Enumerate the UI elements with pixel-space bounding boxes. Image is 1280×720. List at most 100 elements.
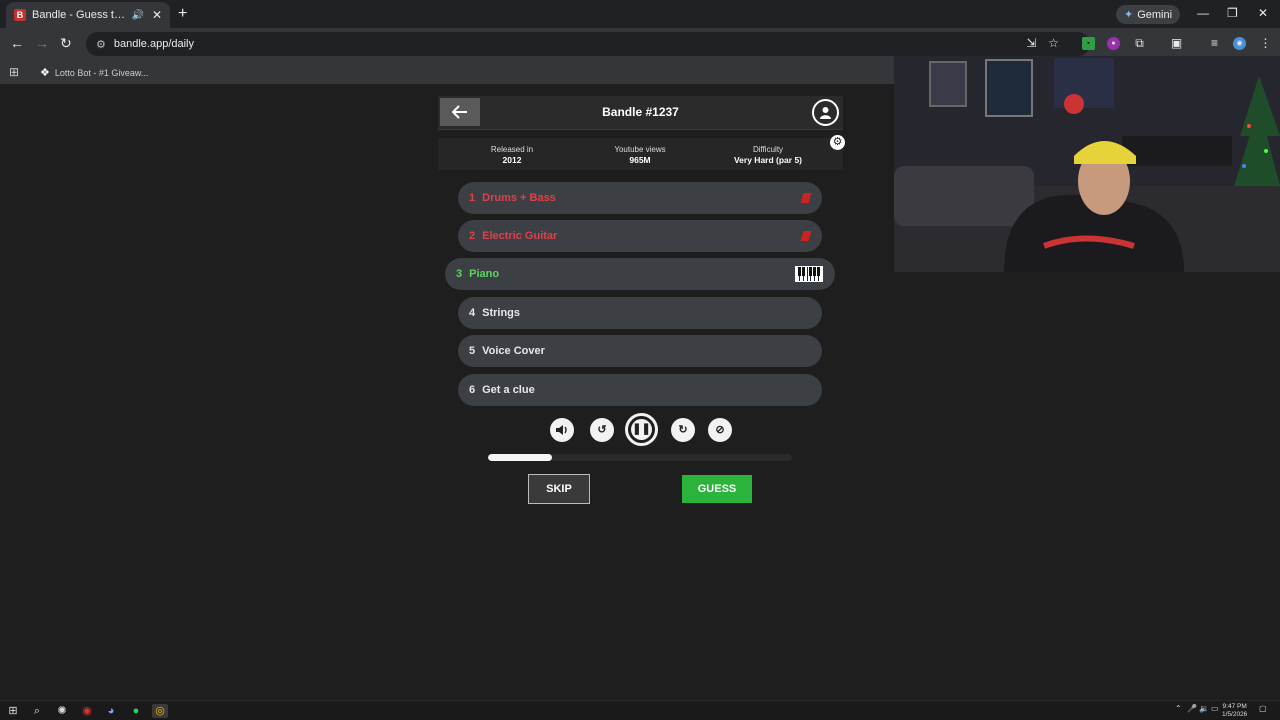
menu-dots-icon[interactable]: ⋮ [1259, 37, 1272, 50]
forward-5-button[interactable]: ↻ [671, 418, 695, 442]
forward-arrow-icon[interactable]: → [35, 35, 49, 51]
game-title: Bandle #1237 [602, 105, 679, 119]
reload-icon[interactable]: ↻ [60, 35, 72, 52]
bookmark-favicon-icon: ❖ [40, 67, 50, 79]
views-info: Youtube views 965M [576, 145, 704, 165]
bookmarks-bar: ⊞ ❖ Lotto Bot - #1 Giveaw... [0, 60, 894, 84]
track-number: 1 [469, 192, 476, 204]
game-header: Bandle #1237 [438, 96, 843, 130]
failed-mark-icon [800, 193, 812, 203]
bookmark-label: Lotto Bot - #1 Giveaw... [54, 67, 149, 78]
rewind-icon: ↺ [597, 424, 607, 436]
track-number: 6 [469, 384, 476, 396]
url-text: bandle.app/daily [113, 38, 194, 50]
side-panel-icon[interactable]: ▣ [1170, 37, 1183, 50]
track-row-1[interactable]: 1 Drums + Bass [458, 182, 822, 214]
profile-button[interactable] [812, 99, 839, 126]
tab-title: Bandle - Guess the song, one [32, 9, 127, 21]
site-info-icon[interactable]: ⚙ [96, 38, 106, 51]
install-app-icon[interactable]: ⇲ [1025, 37, 1038, 50]
track-number: 5 [469, 345, 476, 357]
track-label: Voice Cover [482, 345, 545, 357]
difficulty-label: Difficulty [752, 145, 784, 154]
released-info: Released in 2012 [448, 145, 576, 165]
speaker-icon [556, 425, 567, 435]
released-value: 2012 [502, 155, 522, 165]
system-clock[interactable]: 9:47 PM 1/5/2026 [1222, 703, 1247, 719]
track-label: Electric Guitar [482, 230, 558, 242]
guess-button[interactable]: GUESS [682, 475, 752, 503]
forward-icon: ↻ [678, 424, 688, 436]
search-icon[interactable]: ⌕ [30, 704, 44, 718]
tray-chevron-icon[interactable]: ⌃ [1175, 704, 1182, 713]
track-row-6[interactable]: 6 Get a clue [458, 374, 822, 406]
track-label: Piano [469, 268, 500, 280]
microphone-icon[interactable]: 🎤 [1187, 704, 1197, 713]
skip-button[interactable]: SKIP [528, 474, 590, 504]
track-label: Strings [482, 307, 521, 319]
new-tab-icon[interactable]: + [178, 5, 187, 23]
streamer-webcam-image [894, 56, 1280, 272]
failed-mark-icon [800, 231, 812, 241]
track-row-3[interactable]: 3 Piano [445, 258, 835, 290]
track-label: Drums + Bass [482, 192, 556, 204]
playback-progress-bar[interactable] [488, 454, 792, 461]
maximize-icon[interactable]: ❐ [1227, 6, 1238, 20]
back-arrow-icon[interactable]: ← [10, 35, 24, 51]
track-number: 2 [469, 230, 476, 242]
gemini-sparkle-icon: ✦ [1124, 9, 1134, 21]
crossed-out-icon: ⊘ [715, 424, 725, 436]
views-value: 965M [629, 155, 651, 165]
extension-green-icon[interactable]: ▪ [1082, 37, 1095, 50]
browser-tab[interactable]: B Bandle - Guess the song, one 🔊 ✕ [6, 2, 170, 28]
no-repeat-button[interactable]: ⊘ [708, 418, 732, 442]
piano-keys-icon [795, 266, 823, 282]
clock-time: 9:47 PM [1222, 703, 1247, 710]
track-row-5[interactable]: 5 Voice Cover [458, 335, 822, 367]
notifications-icon[interactable]: ▢ [1259, 704, 1267, 713]
volume-button[interactable] [550, 418, 574, 442]
windows-start-icon[interactable]: ⊞ [6, 704, 20, 718]
track-number: 3 [456, 268, 463, 280]
extension-purple-icon[interactable]: ● [1107, 37, 1120, 50]
track-label: Get a clue [482, 384, 535, 396]
windows-taskbar: ⊞ ⌕ ✺ ◉ ◕ ● ◎ ⌃ 🎤 🔉 ▭ 9:47 PM 1/5/2026 ▢ [0, 700, 1280, 720]
app-red-icon[interactable]: ◉ [80, 704, 94, 718]
difficulty-value: Very Hard (par 5) [733, 155, 803, 165]
volume-tray-icon[interactable]: 🔉 [1199, 704, 1209, 713]
bookmark-star-icon[interactable]: ☆ [1047, 37, 1060, 50]
released-label: Released in [490, 145, 534, 154]
bandle-favicon-icon: B [14, 9, 26, 21]
gemini-label: Gemini [1137, 8, 1173, 21]
rewind-5-button[interactable]: ↺ [590, 418, 614, 442]
chrome-icon[interactable]: ◎ [152, 704, 168, 718]
minimize-icon[interactable]: — [1197, 6, 1209, 20]
tab-search-icon[interactable]: ≡ [1208, 37, 1221, 50]
track-row-2[interactable]: 2 Electric Guitar [458, 220, 822, 252]
settings-app-icon[interactable]: ✺ [55, 704, 69, 718]
apps-grid-icon[interactable]: ⊞ [9, 65, 19, 79]
play-pause-button[interactable]: ❚❚ [625, 413, 658, 446]
close-tab-icon[interactable]: ✕ [152, 8, 162, 22]
gemini-button[interactable]: ✦ Gemini [1116, 5, 1181, 24]
discord-icon[interactable]: ◕ [104, 704, 118, 718]
network-icon[interactable]: ▭ [1211, 704, 1219, 713]
browser-tab-bar: B Bandle - Guess the song, one 🔊 ✕ + ✦ G… [0, 0, 1280, 28]
clock-date: 1/5/2026 [1222, 711, 1248, 718]
bookmark-item[interactable]: ❖ Lotto Bot - #1 Giveaw... [40, 66, 148, 79]
webcam-overlay [894, 56, 1280, 272]
track-row-4[interactable]: 4 Strings [458, 297, 822, 329]
views-label: Youtube views [614, 145, 666, 154]
close-window-icon[interactable]: ✕ [1258, 6, 1268, 20]
settings-gear-icon[interactable]: ⚙ [830, 135, 845, 150]
pause-icon: ❚❚ [631, 418, 652, 440]
song-info-bar: Released in 2012 Youtube views 965M Diff… [438, 138, 843, 170]
user-icon [820, 107, 831, 119]
address-bar[interactable]: ⚙ bandle.app/daily [86, 32, 1090, 56]
speaker-icon[interactable]: 🔊 [131, 10, 143, 21]
spotify-icon[interactable]: ● [129, 704, 143, 718]
track-number: 4 [469, 307, 476, 319]
extensions-puzzle-icon[interactable]: ⧉ [1133, 37, 1146, 50]
profile-avatar-icon[interactable]: ◉ [1233, 37, 1246, 50]
difficulty-info: Difficulty Very Hard (par 5) [704, 145, 832, 165]
